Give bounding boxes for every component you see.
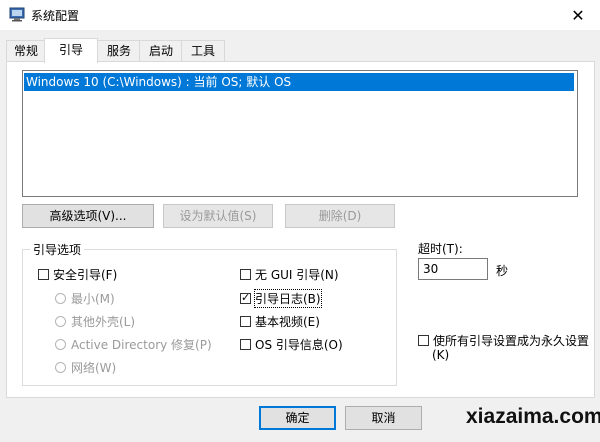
- radio-active-directory-repair[interactable]: Active Directory 修复(P): [55, 336, 212, 352]
- tab-startup[interactable]: 启动: [139, 40, 183, 61]
- window-title: 系统配置: [31, 9, 80, 23]
- cancel-button[interactable]: 取消: [345, 406, 422, 430]
- checkbox-box: [240, 338, 251, 350]
- tab-services[interactable]: 服务: [97, 40, 141, 61]
- close-button[interactable]: ✕: [556, 0, 600, 30]
- boot-log-checkbox[interactable]: ✓ 引导日志(B): [240, 288, 322, 308]
- check-icon: ✓: [241, 290, 251, 304]
- make-permanent-checkbox[interactable]: 使所有引导设置成为永久设置: [418, 332, 589, 348]
- radio-circle-icon: [55, 338, 66, 350]
- tab-tools[interactable]: 工具: [181, 40, 225, 61]
- checkbox-box: [240, 268, 251, 280]
- title-bar: 系统配置 ✕: [0, 0, 600, 30]
- os-boot-info-label: OS 引导信息(O): [255, 337, 343, 352]
- radio-circle-icon: [55, 361, 66, 373]
- radio-active-directory-repair-label: Active Directory 修复(P): [71, 337, 212, 352]
- os-boot-info-checkbox[interactable]: OS 引导信息(O): [240, 336, 343, 352]
- timeout-unit: 秒: [496, 264, 509, 278]
- no-gui-boot-label: 无 GUI 引导(N): [255, 267, 339, 282]
- os-list-item[interactable]: Windows 10 (C:\Windows) : 当前 OS; 默认 OS: [24, 73, 574, 91]
- radio-circle-icon: [55, 292, 66, 304]
- tab-general[interactable]: 常规: [6, 40, 46, 61]
- base-video-label: 基本视频(E): [255, 314, 320, 329]
- timeout-input[interactable]: 30: [418, 258, 488, 280]
- boot-log-label: 引导日志(B): [254, 288, 322, 308]
- timeout-label: 超时(T):: [418, 242, 463, 256]
- no-gui-boot-checkbox[interactable]: 无 GUI 引导(N): [240, 266, 339, 282]
- ok-button[interactable]: 确定: [259, 406, 336, 430]
- close-icon: ✕: [571, 5, 585, 25]
- checkbox-box: [38, 268, 49, 280]
- watermark-text: xiazaima.com: [466, 405, 600, 428]
- checkbox-box: ✓: [240, 290, 251, 304]
- base-video-checkbox[interactable]: 基本视频(E): [240, 313, 320, 329]
- radio-minimal[interactable]: 最小(M): [55, 290, 115, 306]
- set-default-button[interactable]: 设为默认值(S): [163, 204, 273, 228]
- radio-circle-icon: [55, 315, 66, 327]
- os-list[interactable]: Windows 10 (C:\Windows) : 当前 OS; 默认 OS: [22, 70, 578, 197]
- safe-boot-label: 安全引导(F): [53, 267, 118, 282]
- make-permanent-label: 使所有引导设置成为永久设置: [433, 333, 590, 348]
- radio-alternate-shell-label: 其他外壳(L): [71, 314, 136, 329]
- checkbox-box: [240, 315, 251, 327]
- radio-alternate-shell[interactable]: 其他外壳(L): [55, 313, 135, 329]
- tab-boot[interactable]: 引导: [44, 38, 98, 63]
- advanced-options-button[interactable]: 高级选项(V)...: [22, 204, 154, 228]
- safe-boot-checkbox[interactable]: 安全引导(F): [38, 266, 117, 282]
- boot-options-group-label: 引导选项: [30, 241, 85, 258]
- make-permanent-shortcut: (K): [432, 348, 450, 362]
- radio-network-label: 网络(W): [71, 360, 117, 375]
- radio-network[interactable]: 网络(W): [55, 359, 116, 375]
- system-config-window: 系统配置 ✕ 常规 引导 服务 启动 工具 Windows 10 (C:\Win…: [0, 0, 600, 442]
- checkbox-box: [418, 334, 429, 346]
- system-config-app-icon: [9, 7, 25, 22]
- delete-button[interactable]: 删除(D): [285, 204, 395, 228]
- radio-minimal-label: 最小(M): [71, 291, 115, 306]
